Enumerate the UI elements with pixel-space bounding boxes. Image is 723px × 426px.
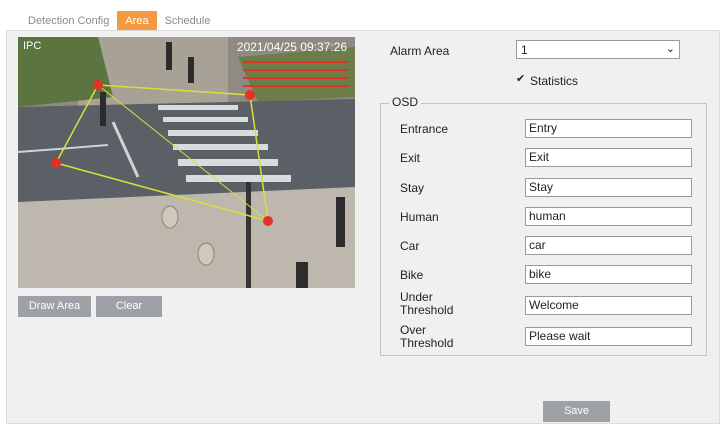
bike-label: Bike: [400, 268, 424, 282]
under-threshold-input[interactable]: Welcome: [525, 296, 692, 315]
channel-label: IPC: [23, 40, 42, 52]
vertex-handle[interactable]: [263, 216, 273, 226]
under-threshold-label: Under Threshold: [400, 290, 454, 317]
clear-button[interactable]: Clear: [96, 296, 162, 317]
car-input[interactable]: car: [525, 236, 692, 255]
entrance-input[interactable]: Entry: [525, 119, 692, 138]
video-preview[interactable]: IPC 2021/04/25 09:37:26: [18, 37, 355, 288]
exit-label: Exit: [400, 151, 421, 165]
checkmark-icon: ✔: [516, 73, 526, 85]
tab-bar: Detection Config Area Schedule: [20, 11, 218, 31]
exit-input[interactable]: Exit: [525, 148, 692, 167]
human-label: Human: [400, 210, 439, 224]
tab-detection-config[interactable]: Detection Config: [20, 11, 117, 31]
alarm-area-value: 1: [521, 43, 528, 57]
statistics-checkbox[interactable]: ✔: [516, 74, 527, 85]
entrance-label: Entrance: [400, 122, 449, 136]
vertex-handle[interactable]: [245, 90, 255, 100]
page: Detection Config Area Schedule IPC 2021/…: [0, 0, 723, 426]
car-label: Car: [400, 239, 420, 253]
save-button[interactable]: Save: [543, 401, 610, 422]
alarm-area-label: Alarm Area: [390, 44, 450, 58]
osd-title: OSD: [389, 95, 422, 109]
statistics-label: Statistics: [530, 74, 579, 88]
bike-input[interactable]: bike: [525, 265, 692, 284]
chevron-down-icon: ⌄: [665, 43, 675, 55]
draw-area-button[interactable]: Draw Area: [18, 296, 91, 317]
camera-scene: [18, 37, 355, 288]
tab-schedule[interactable]: Schedule: [157, 11, 219, 31]
tab-area[interactable]: Area: [117, 11, 157, 31]
over-threshold-label: Over Threshold: [400, 323, 454, 350]
video-timestamp: 2021/04/25 09:37:26: [236, 40, 347, 54]
osd-group: [380, 103, 707, 356]
pole: [246, 182, 251, 288]
stay-label: Stay: [400, 181, 425, 195]
alarm-area-select[interactable]: 1 ⌄: [516, 40, 680, 59]
human-input[interactable]: human: [525, 207, 692, 226]
stay-input[interactable]: Stay: [525, 178, 692, 197]
vertex-handle[interactable]: [93, 80, 103, 90]
vertex-handle[interactable]: [51, 158, 61, 168]
over-threshold-input[interactable]: Please wait: [525, 327, 692, 346]
